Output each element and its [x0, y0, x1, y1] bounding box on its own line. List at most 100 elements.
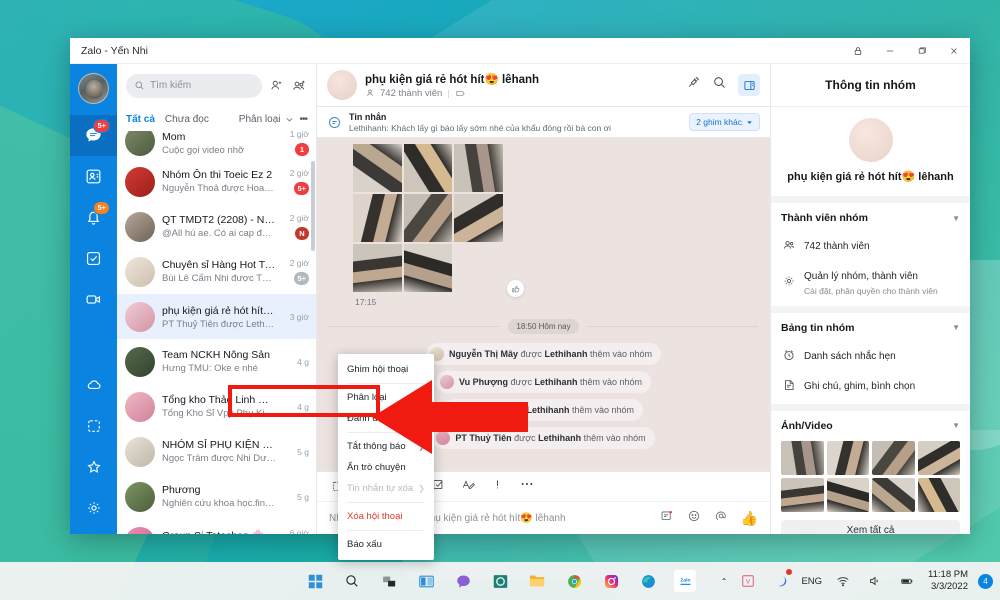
photo-thumbnail[interactable]	[353, 244, 402, 292]
chevron-down-icon[interactable]: ▼	[952, 323, 960, 332]
see-all-button[interactable]: Xem tất cả	[781, 519, 960, 534]
add-to-group-button[interactable]	[686, 75, 701, 95]
conversation-item[interactable]: Nhóm Ôn thi Toeic Ez 2 Nguyễn Thoả được H…	[117, 159, 316, 204]
outlook-button[interactable]	[489, 570, 511, 592]
media-thumbnail[interactable]	[917, 440, 960, 475]
category-dropdown-label[interactable]: Phân loại	[239, 114, 281, 125]
context-menu-item[interactable]: Ghim hội thoại	[338, 359, 434, 380]
reaction-button[interactable]	[507, 280, 524, 297]
start-button[interactable]	[304, 570, 326, 592]
conversation-item[interactable]: Team NCKH Nông Sản Hưng TMU: Oke e nhé 4 g	[117, 339, 316, 384]
photo-thumbnail[interactable]	[454, 144, 503, 192]
lock-button[interactable]	[842, 38, 874, 64]
avatar[interactable]	[78, 73, 109, 104]
search-input[interactable]: Tìm kiếm	[126, 73, 262, 98]
info-section-header[interactable]: Thành viên nhóm ▼	[771, 210, 970, 230]
chat-search-button[interactable]	[712, 75, 727, 95]
info-panel-toggle[interactable]	[738, 74, 760, 96]
chevron-down-icon[interactable]	[285, 115, 294, 124]
info-section-header[interactable]: Bảng tin nhóm ▼	[771, 320, 970, 340]
group-avatar[interactable]	[848, 118, 893, 162]
rail-item-contacts[interactable]	[70, 156, 117, 197]
tag-icon[interactable]	[455, 88, 466, 99]
conversation-list[interactable]: Mom Cuộc gọi video nhỡ 1 giờ 1 Nhóm Ôn thi T…	[117, 131, 316, 534]
tray-overflow-button[interactable]: ⌃	[721, 577, 728, 586]
task-view-button[interactable]	[378, 570, 400, 592]
photo-grid-message[interactable]	[353, 144, 503, 292]
emoji-button[interactable]	[687, 509, 701, 528]
close-button[interactable]	[938, 38, 970, 64]
zalo-taskbar-button[interactable]: Zalo	[674, 570, 696, 592]
photo-thumbnail[interactable]	[353, 194, 402, 242]
chrome-button[interactable]	[563, 570, 585, 592]
battery-button[interactable]	[896, 570, 918, 592]
media-thumbnail[interactable]	[872, 440, 915, 475]
context-menu-item[interactable]: Báo xấu	[338, 534, 434, 555]
info-section-item[interactable]: Danh sách nhắc hẹn	[771, 340, 970, 370]
taskbar-clock[interactable]: 11:18 PM 3/3/2022	[928, 569, 968, 593]
wifi-button[interactable]	[832, 570, 854, 592]
sticker-send-button[interactable]	[660, 509, 674, 528]
rail-item-settings[interactable]	[70, 487, 117, 528]
edge-button[interactable]	[637, 570, 659, 592]
instagram-button[interactable]	[600, 570, 622, 592]
media-thumbnail[interactable]	[781, 440, 824, 475]
context-menu-item[interactable]: Xóa hội thoại	[338, 506, 434, 527]
photo-thumbnail[interactable]	[403, 194, 453, 242]
conversation-item[interactable]: Tổng kho Thảo Linh Hà N... Tổng Kho Sỉ Vp…	[117, 384, 316, 429]
rail-item-notifications[interactable]: 5+	[70, 197, 117, 238]
photo-thumbnail[interactable]	[403, 144, 453, 192]
rail-item-cloud[interactable]	[70, 364, 117, 405]
info-section-item[interactable]: 742 thành viên	[771, 230, 970, 260]
language-indicator[interactable]: ENG	[801, 576, 822, 587]
conversation-item[interactable]: QT TMDT2 (2208) - Nhóm 4 ... @All hú ae. …	[117, 204, 316, 249]
info-section-item[interactable]: Quản lý nhóm, thành viên Cài đặt, phân qu…	[771, 260, 970, 302]
tray-v-app[interactable]: V	[737, 570, 759, 592]
taskbar-search-button[interactable]	[341, 570, 363, 592]
conversation-item[interactable]: Group Si Totochan 🌸🌸Thach Sothavy được Đ…	[117, 519, 316, 534]
pinned-more-button[interactable]: 2 ghim khác	[689, 113, 760, 131]
conversation-item[interactable]: NHÓM SỈ PHỤ KIỆN GIÁ G... Ngọc Trâm được …	[117, 429, 316, 474]
conversation-item[interactable]: phụ kiện giá rẻ hót hít😍 lêha...PT Thuỷ …	[117, 294, 316, 339]
minimize-button[interactable]	[874, 38, 906, 64]
media-thumbnail[interactable]	[826, 477, 869, 512]
conversation-item[interactable]: Mom Cuộc gọi video nhỡ 1 giờ 1	[117, 131, 316, 159]
list-more-button[interactable]: •••	[299, 114, 307, 125]
conversation-item[interactable]: Phương Nghiên cứu khoa học.final.pdf 5 g	[117, 474, 316, 519]
photo-thumbnail[interactable]	[403, 244, 453, 292]
context-menu-item[interactable]: Ẩn trò chuyện	[338, 457, 434, 478]
add-group-button[interactable]	[291, 78, 307, 94]
add-friend-button[interactable]	[269, 78, 284, 93]
photo-thumbnail[interactable]	[353, 144, 402, 192]
chevron-down-icon[interactable]: ▼	[952, 214, 960, 223]
pinned-message-bar[interactable]: Tin nhắn Lethihanh: Khách lấy gì báo lấy…	[317, 107, 770, 138]
toolbar-more-button[interactable]	[519, 476, 535, 497]
tray-zalo-app[interactable]	[769, 569, 793, 592]
thumbs-up-button[interactable]: 👍	[741, 510, 758, 527]
media-thumbnail-grid[interactable]	[771, 438, 970, 519]
mention-button[interactable]	[714, 509, 728, 528]
tab-unread[interactable]: Chưa đọc	[165, 114, 209, 125]
rail-item-messages[interactable]: 5+	[70, 115, 117, 156]
tab-all[interactable]: Tất cả	[126, 114, 155, 125]
rail-item-todo[interactable]	[70, 238, 117, 279]
rail-item-favorites[interactable]	[70, 446, 117, 487]
chat-avatar[interactable]	[327, 70, 357, 100]
media-thumbnail[interactable]	[826, 440, 869, 475]
media-thumbnail[interactable]	[872, 477, 915, 512]
widgets-button[interactable]	[415, 570, 437, 592]
rail-item-video[interactable]	[70, 279, 117, 320]
volume-button[interactable]	[864, 570, 886, 592]
file-explorer-button[interactable]	[526, 570, 548, 592]
rail-item-screen-capture[interactable]	[70, 405, 117, 446]
chat-button[interactable]	[452, 570, 474, 592]
notification-center-button[interactable]: 4	[978, 573, 993, 589]
info-section-item[interactable]: Ghi chú, ghim, bình chọn	[771, 370, 970, 400]
maximize-button[interactable]	[906, 38, 938, 64]
text-format-button[interactable]	[461, 477, 476, 497]
conversation-item[interactable]: Chuyên sỉ Hàng Hot Trend... Bùi Lê Cẩm Nh…	[117, 249, 316, 294]
alert-button[interactable]	[491, 477, 504, 497]
chevron-down-icon[interactable]: ▼	[952, 421, 960, 430]
photo-thumbnail[interactable]	[454, 194, 503, 242]
media-thumbnail[interactable]	[917, 477, 960, 512]
